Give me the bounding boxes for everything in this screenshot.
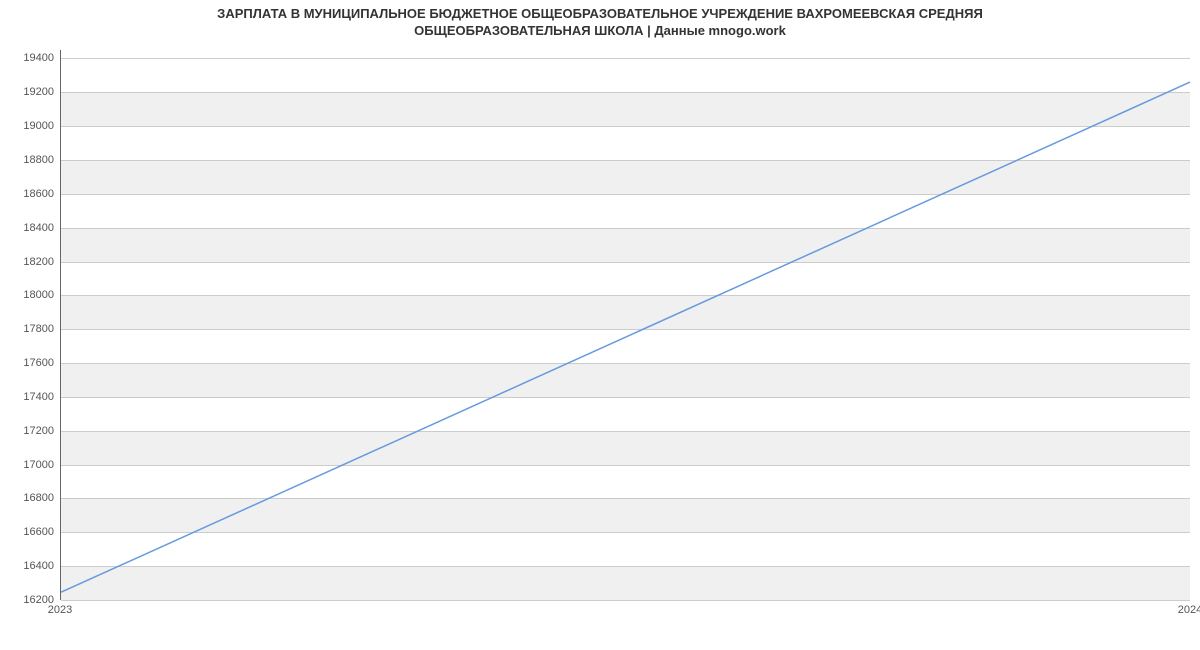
y-tick-label: 19000 — [4, 120, 54, 132]
y-tick-label: 16400 — [4, 560, 54, 572]
line-layer — [61, 50, 1190, 599]
x-tick-label: 2023 — [48, 604, 72, 616]
y-tick-label: 18400 — [4, 222, 54, 234]
y-tick-label: 17400 — [4, 391, 54, 403]
y-tick-label: 18600 — [4, 188, 54, 200]
y-tick-label: 18200 — [4, 256, 54, 268]
y-tick-label: 17200 — [4, 425, 54, 437]
chart-title: ЗАРПЛАТА В МУНИЦИПАЛЬНОЕ БЮДЖЕТНОЕ ОБЩЕО… — [0, 6, 1200, 40]
y-tick-label: 17600 — [4, 357, 54, 369]
data-line — [61, 82, 1190, 592]
y-tick-label: 17000 — [4, 459, 54, 471]
plot-area — [60, 50, 1190, 600]
y-tick-label: 19200 — [4, 86, 54, 98]
x-tick-label: 2024 — [1178, 604, 1200, 616]
y-tick-label: 16200 — [4, 594, 54, 606]
y-tick-label: 18000 — [4, 289, 54, 301]
chart-container: ЗАРПЛАТА В МУНИЦИПАЛЬНОЕ БЮДЖЕТНОЕ ОБЩЕО… — [0, 0, 1200, 650]
y-tick-label: 19400 — [4, 52, 54, 64]
y-tick-label: 18800 — [4, 154, 54, 166]
y-tick-label: 16800 — [4, 492, 54, 504]
y-gridline — [61, 600, 1190, 601]
y-tick-label: 16600 — [4, 526, 54, 538]
y-tick-label: 17800 — [4, 323, 54, 335]
